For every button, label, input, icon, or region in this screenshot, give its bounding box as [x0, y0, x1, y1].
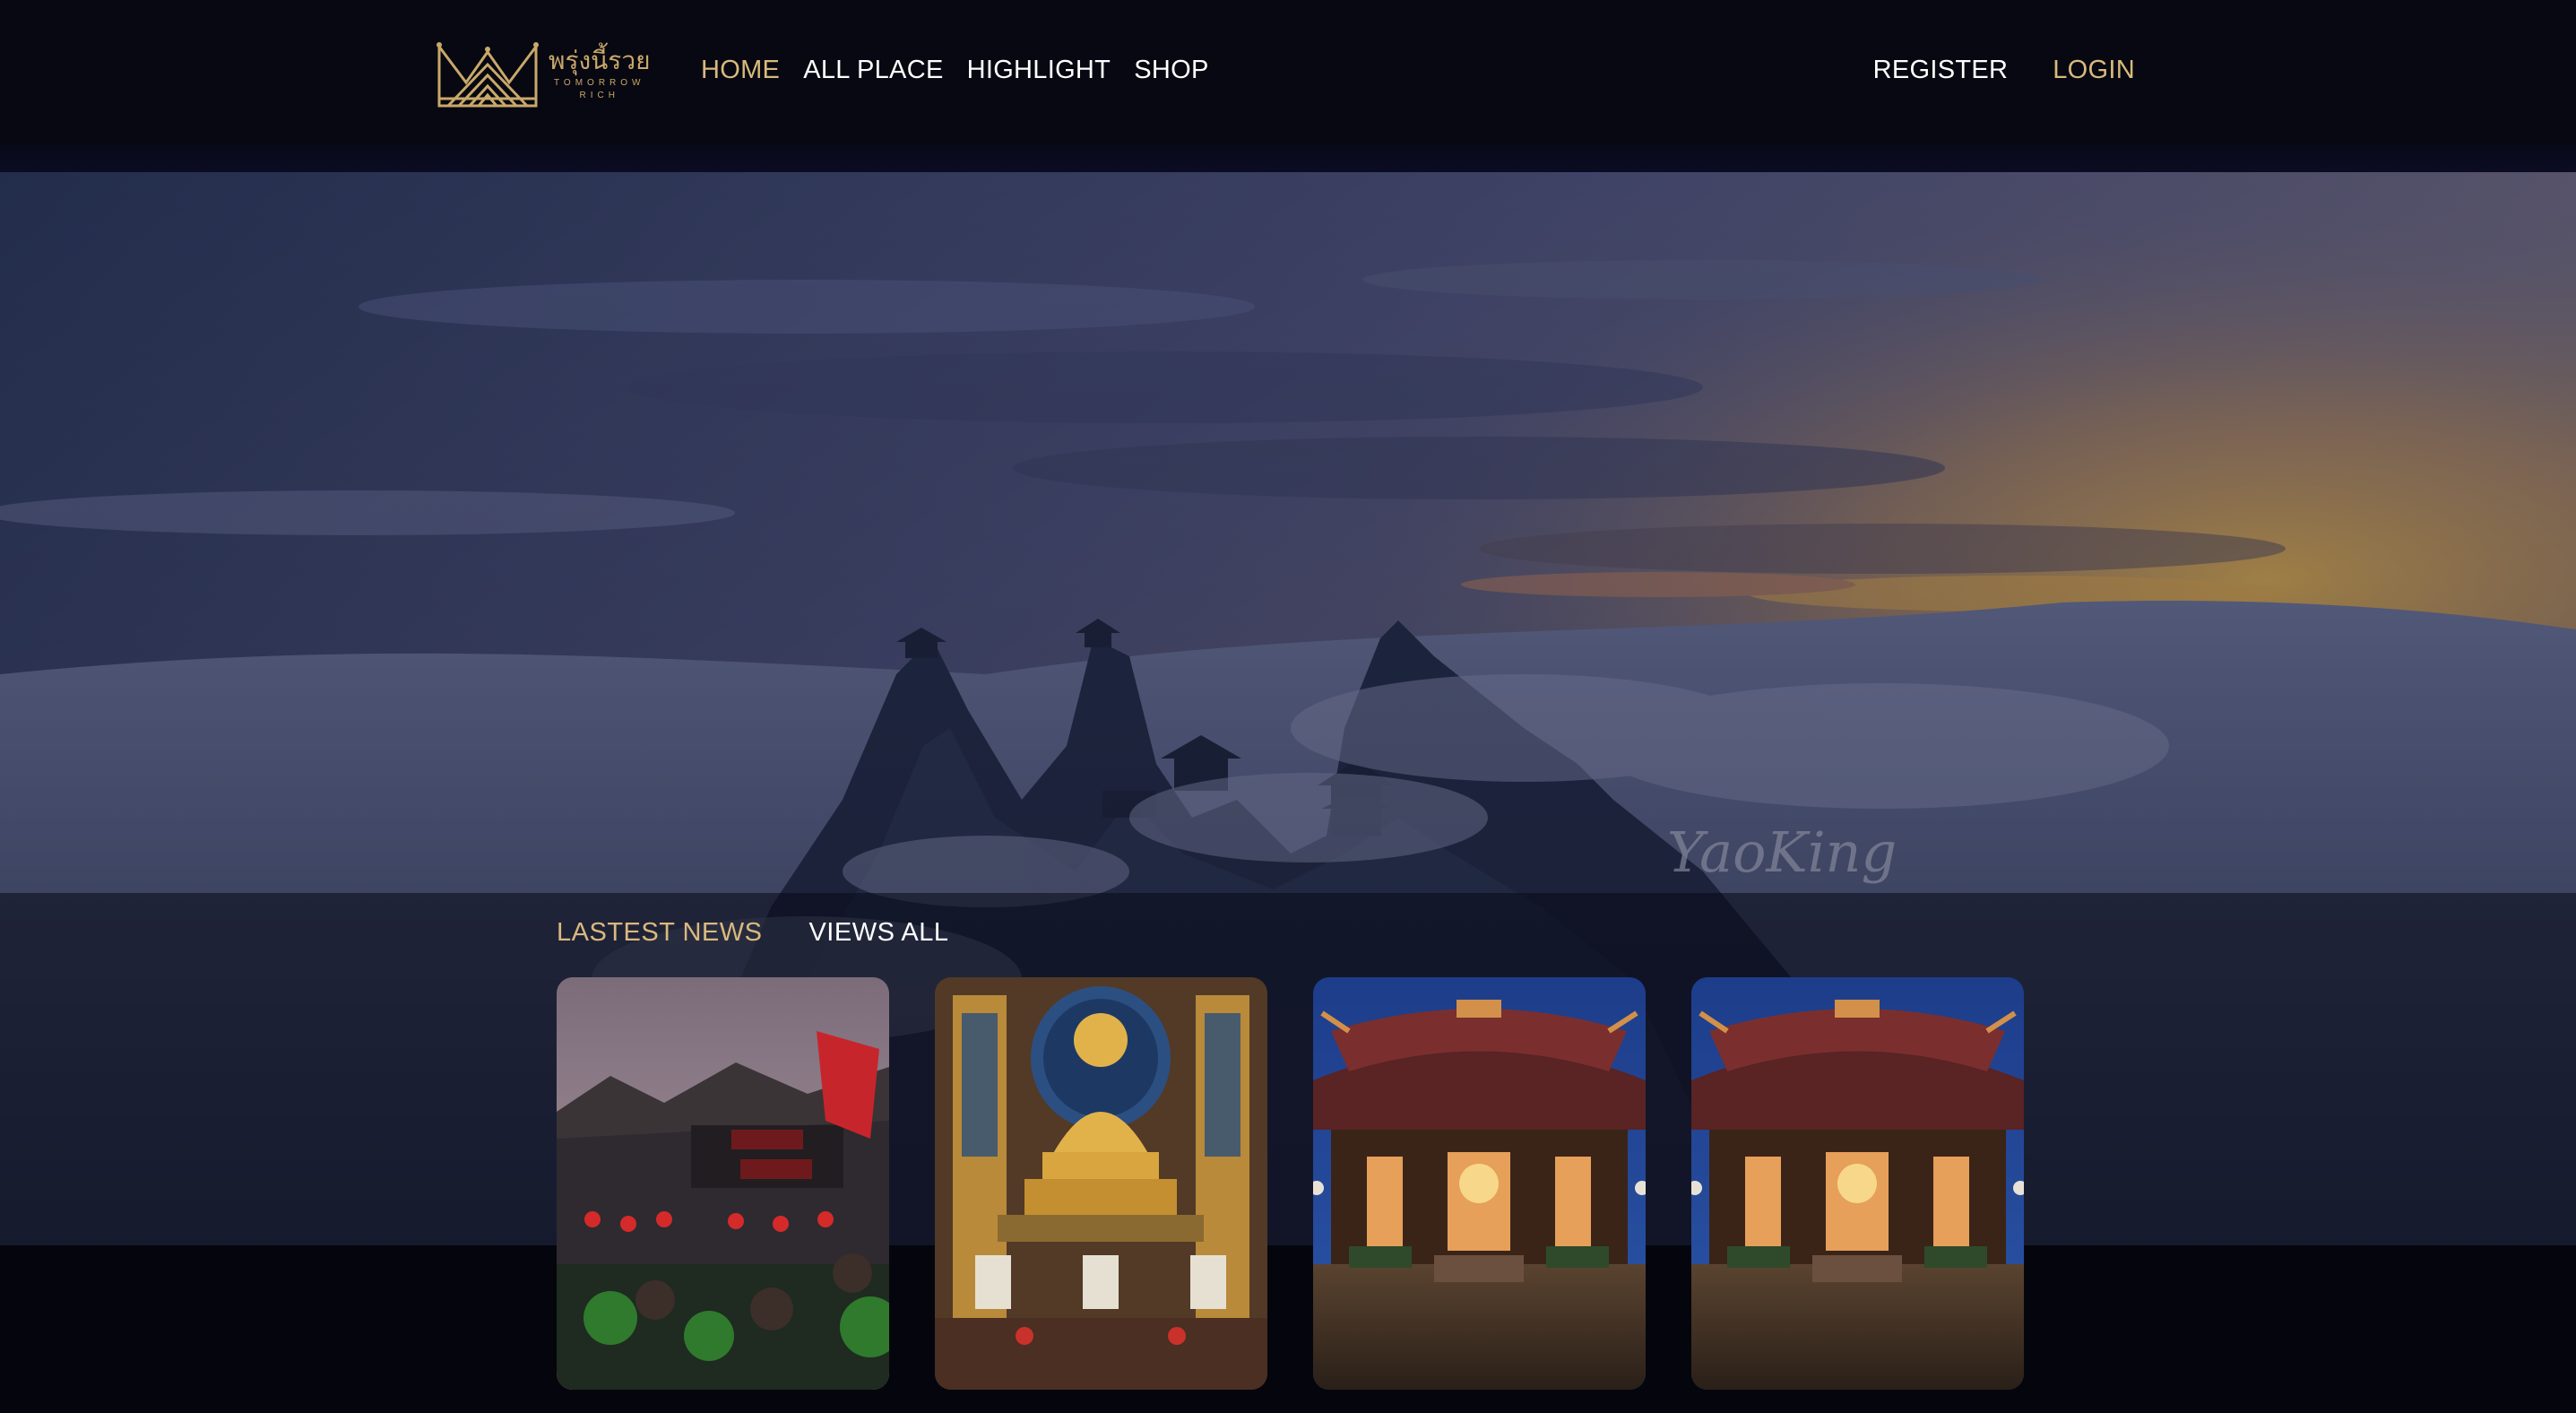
brand-name-line1: TOMORROW: [554, 78, 645, 88]
news-card-list: [557, 977, 2024, 1390]
temple-festival-image: [557, 977, 889, 1390]
news-header: LASTEST NEWS VIEWS ALL: [557, 918, 948, 948]
brand-name-thai: พรุ่งนี้รวย: [549, 46, 651, 75]
golden-buddha-image: [935, 977, 1267, 1390]
navigation-divider-strip: [0, 145, 2576, 172]
brand-name-line2: RICH: [579, 91, 619, 100]
login-link[interactable]: LOGIN: [2053, 56, 2135, 85]
brand-logo[interactable]: พรุ่งนี้รวย TOMORROW RICH: [436, 36, 660, 113]
news-card-night-temple-1[interactable]: [1313, 977, 1646, 1390]
nav-item-shop[interactable]: SHOP: [1134, 56, 1208, 85]
main-nav: HOME ALL PLACE HIGHLIGHT SHOP: [701, 56, 1232, 85]
news-card-temple-festival[interactable]: [557, 977, 889, 1390]
auth-links: REGISTER LOGIN: [1873, 56, 2135, 85]
crown-logo-icon: [437, 42, 539, 108]
nav-item-highlight[interactable]: HIGHLIGHT: [967, 56, 1111, 85]
brand-wordmark: พรุ่งนี้รวย TOMORROW RICH: [549, 48, 650, 100]
view-all-link[interactable]: VIEWS ALL: [808, 918, 948, 948]
news-card-night-temple-2[interactable]: [1691, 977, 2024, 1390]
nav-item-all-place[interactable]: ALL PLACE: [803, 56, 943, 85]
news-card-golden-buddha[interactable]: [935, 977, 1267, 1390]
register-link[interactable]: REGISTER: [1873, 56, 2009, 85]
night-temple-image-1: [1313, 977, 1646, 1390]
top-navigation-bar: [0, 0, 2576, 145]
nav-item-home[interactable]: HOME: [701, 56, 780, 85]
night-temple-image-2: [1691, 977, 2024, 1390]
news-section-title: LASTEST NEWS: [557, 918, 763, 947]
